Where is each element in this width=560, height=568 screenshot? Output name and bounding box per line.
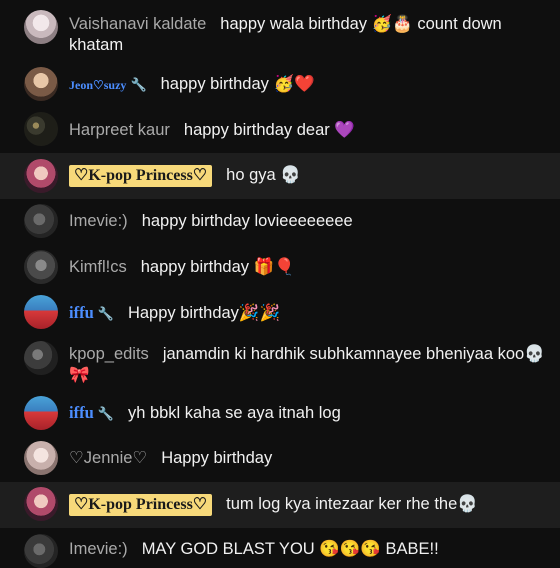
message-text: happy birthday lovieeeeeeee (141, 212, 353, 230)
message-text: Happy birthday (161, 449, 273, 467)
author-name[interactable]: Imevie:) (69, 212, 128, 230)
author-badge[interactable]: ♡K-pop Princess♡ (69, 165, 213, 187)
chat-message: Imevie:) MAY GOD BLAST YOU 😘😘😘 BABE!! (0, 528, 560, 568)
author-name[interactable]: kpop_edits (69, 345, 149, 363)
author-name[interactable]: iffu (69, 403, 94, 422)
author-badge[interactable]: ♡K-pop Princess♡ (69, 494, 213, 516)
message-text: happy birthday 🎁🎈 (140, 258, 295, 276)
avatar[interactable] (24, 534, 58, 568)
author-name[interactable]: ♡Jennie♡ (69, 449, 147, 467)
chat-message: Imevie:) happy birthday lovieeeeeeee (0, 199, 560, 245)
avatar[interactable] (24, 250, 58, 284)
avatar[interactable] (24, 204, 58, 238)
chat-message: iffu 🔧 Happy birthday🎉🎉 (0, 290, 560, 336)
avatar[interactable] (24, 112, 58, 146)
avatar[interactable] (24, 10, 58, 44)
avatar[interactable] (24, 396, 58, 430)
chat-message: Harpreet kaur happy birthday dear 💜 (0, 106, 560, 153)
message-text: MAY GOD BLAST YOU 😘😘😘 BABE!! (141, 540, 439, 558)
live-chat: Vaishanavi kaldate happy wala birthday 🥳🎂… (0, 0, 560, 568)
author-name[interactable]: Imevie:) (69, 540, 128, 558)
message-text: Happy birthday🎉🎉 (127, 304, 281, 322)
chat-message: iffu 🔧 yh bbkl kaha se aya itnah log (0, 394, 560, 436)
author-name[interactable]: Vaishanavi kaldate (69, 15, 206, 33)
chat-message: Jeon♡suzy 🔧 happy birthday 🥳❤️ (0, 62, 560, 106)
avatar[interactable] (24, 159, 58, 193)
chat-message-highlighted: ♡K-pop Princess♡ ho gya 💀 (0, 153, 560, 199)
message-text: tum log kya intezaar ker rhe the💀 (226, 495, 478, 513)
chat-message: ♡Jennie♡ Happy birthday (0, 436, 560, 482)
chat-message: Kimfl!cs happy birthday 🎁🎈 (0, 245, 560, 290)
author-name[interactable]: Kimfl!cs (69, 258, 127, 276)
chat-message: kpop_edits janamdin ki hardhik subhkamnay… (0, 336, 560, 394)
avatar[interactable] (24, 67, 58, 101)
wrench-icon: 🔧 (97, 306, 114, 321)
chat-message: Vaishanavi kaldate happy wala birthday 🥳🎂… (0, 0, 560, 62)
avatar[interactable] (24, 441, 58, 475)
author-name[interactable]: Harpreet kaur (69, 121, 170, 139)
message-text: ho gya 💀 (226, 166, 301, 184)
author-name[interactable]: Jeon♡suzy (69, 78, 126, 92)
avatar[interactable] (24, 295, 58, 329)
wrench-icon: 🔧 (97, 406, 114, 421)
author-name[interactable]: iffu (69, 303, 94, 322)
wrench-icon: 🔧 (130, 77, 147, 92)
avatar[interactable] (24, 487, 58, 521)
message-text: happy birthday 🥳❤️ (160, 75, 315, 93)
avatar[interactable] (24, 341, 58, 375)
message-text: happy birthday dear 💜 (183, 121, 355, 139)
chat-message-highlighted: ♡K-pop Princess♡ tum log kya intezaar ker… (0, 482, 560, 528)
message-text: yh bbkl kaha se aya itnah log (127, 404, 341, 422)
